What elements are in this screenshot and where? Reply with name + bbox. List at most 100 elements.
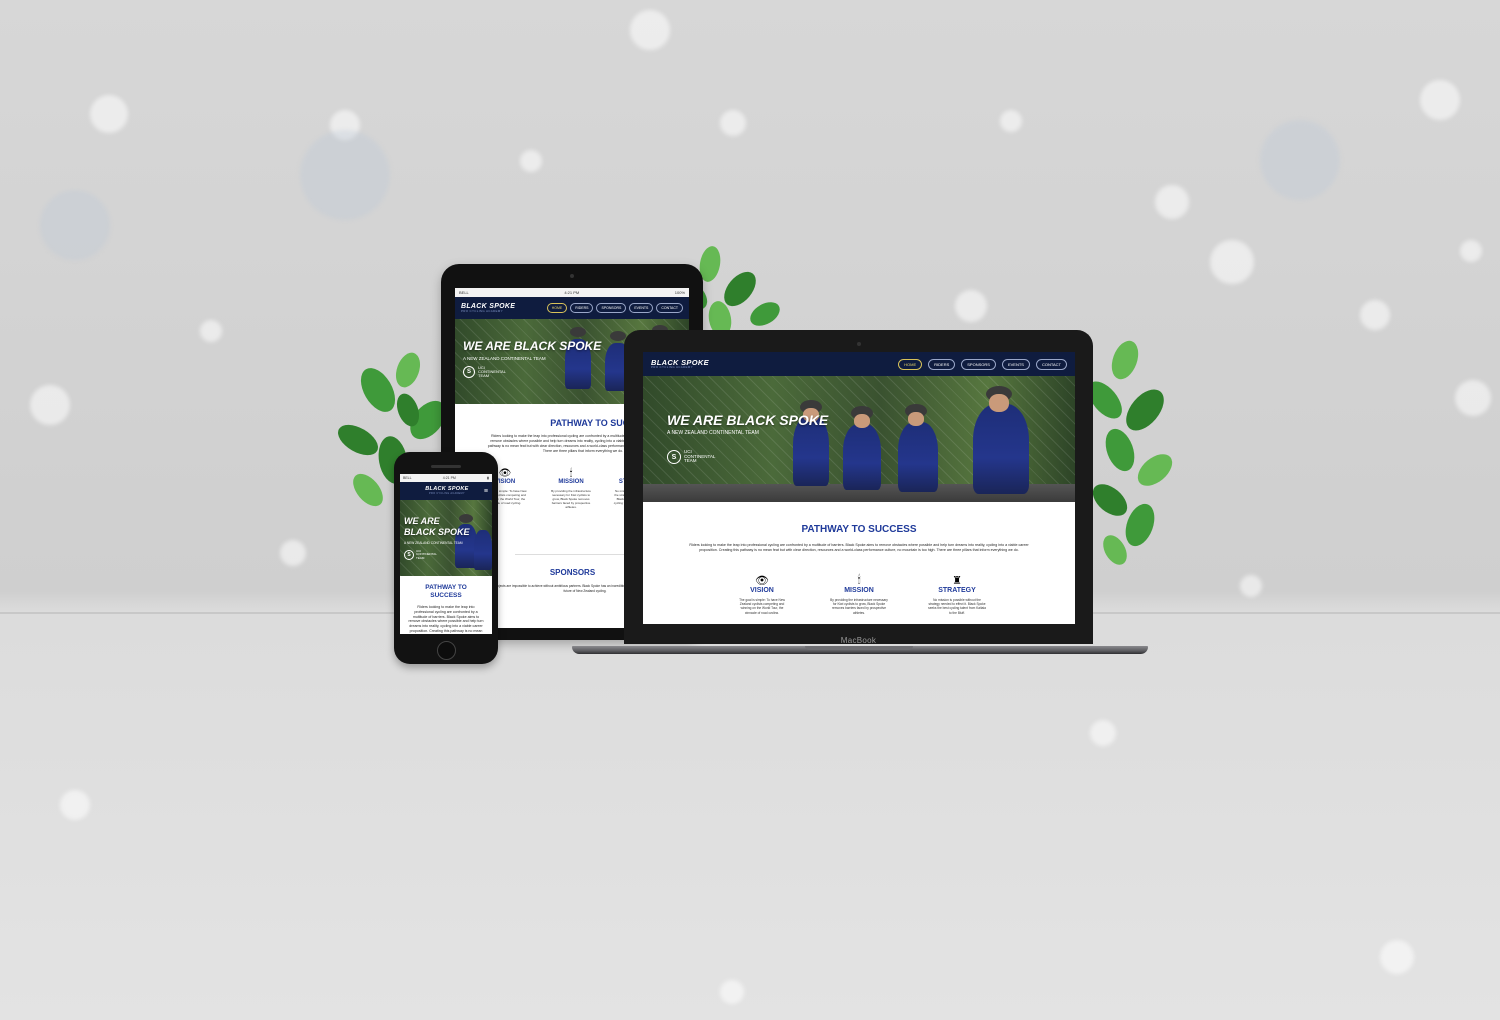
- torch-icon: 🕯: [569, 468, 573, 479]
- carrier-label: BELL: [459, 290, 469, 295]
- hero-title-line: BLACK SPOKE: [404, 527, 470, 537]
- bokeh-light: [1360, 300, 1390, 330]
- pathway-title: PATHWAY TO SUCCESS: [400, 584, 492, 600]
- site-nav: BLACK SPOKE PRO CYCLING ACADEMY HOME RID…: [643, 352, 1075, 376]
- bokeh-light: [1260, 120, 1340, 200]
- bokeh-light: [1090, 720, 1116, 746]
- time-label: 4:21 PM: [564, 290, 580, 295]
- hero-title-line: WE ARE: [404, 516, 440, 526]
- tablet-camera: [570, 274, 574, 278]
- phone-website: BELL 4:21 PM ▮ BLACK SPOKE PRO CYCLING A…: [400, 474, 492, 634]
- nav-riders[interactable]: RIDERS: [570, 303, 594, 313]
- site-logo[interactable]: BLACK SPOKE PRO CYCLING ACADEMY: [425, 486, 468, 495]
- uci-logo-icon: S: [463, 366, 475, 379]
- uci-logo-icon: S: [667, 450, 681, 465]
- laptop-website: BLACK SPOKE PRO CYCLING ACADEMY HOME RID…: [643, 352, 1075, 624]
- nav-riders[interactable]: RIDERS: [928, 358, 956, 370]
- pathway-title-line: SUCCESS: [430, 592, 462, 599]
- uci-badge: S UCI CONTINENTAL TEAM: [463, 365, 506, 379]
- pillar-text: No mission is possible without the strat…: [928, 598, 986, 614]
- bokeh-light: [1210, 240, 1254, 284]
- bokeh-light: [90, 95, 128, 133]
- nav-sponsors[interactable]: SPONSORS: [961, 358, 996, 370]
- site-logo[interactable]: BLACK SPOKE PRO CYCLING ACADEMY: [651, 359, 709, 370]
- plant-right: [1088, 340, 1173, 565]
- uci-badge: S UCI CONTINENTAL TEAM: [404, 550, 437, 560]
- nav-contact[interactable]: CONTACT: [656, 303, 683, 313]
- hero-banner: WE ARE BLACK SPOKE A NEW ZEALAND CONTINE…: [400, 500, 492, 576]
- laptop-notch: [805, 646, 913, 650]
- bokeh-light: [300, 130, 390, 220]
- nav-contact[interactable]: CONTACT: [1035, 358, 1067, 370]
- nav-events[interactable]: EVENTS: [629, 303, 654, 313]
- eye-icon: 👁: [755, 575, 769, 587]
- pillar-mission: 🕯 MISSION By providing the infrastructur…: [830, 574, 888, 614]
- bokeh-light: [60, 790, 90, 820]
- hero-title: WE ARE BLACK SPOKE: [404, 516, 470, 538]
- pillar-strategy: ♜ STRATEGY No mission is possible withou…: [927, 574, 987, 614]
- bokeh-light: [40, 190, 110, 260]
- bokeh-light: [1380, 940, 1414, 974]
- torch-icon: 🕯: [857, 574, 861, 586]
- phone-speaker: [431, 465, 461, 468]
- logo-subtext: PRO CYCLING ACADEMY: [461, 309, 503, 313]
- bokeh-light: [720, 980, 744, 1004]
- carrier-label: BELL: [403, 476, 412, 480]
- pillar-vision: 👁 VISION The goal is simple: To have New…: [735, 574, 789, 614]
- hero-title: WE ARE BLACK SPOKE: [463, 339, 602, 353]
- bokeh-light: [1155, 185, 1189, 219]
- nav-events[interactable]: EVENTS: [1001, 358, 1030, 370]
- uci-logo-icon: S: [404, 550, 414, 560]
- bokeh-light: [1240, 575, 1262, 597]
- nav-home[interactable]: HOME: [546, 303, 568, 313]
- pillar-name: STRATEGY: [938, 587, 976, 594]
- bokeh-light: [720, 110, 746, 136]
- pillar-name: VISION: [750, 587, 774, 594]
- bokeh-light: [1455, 380, 1491, 416]
- bokeh-light: [630, 10, 670, 50]
- hero-subtitle: A NEW ZEALAND CONTINENTAL TEAM: [667, 430, 759, 436]
- sponsors-title: SPONSORS: [549, 568, 596, 577]
- tablet-status-bar: BELL 4:21 PM 100%: [455, 288, 689, 297]
- pathway-text: Riders looking to make the leap into pro…: [408, 605, 484, 634]
- hero-title: WE ARE BLACK SPOKE: [667, 412, 829, 428]
- uci-line: TEAM: [416, 555, 425, 560]
- hamburger-menu-icon[interactable]: ≡: [484, 488, 488, 495]
- pillar-text: The goal is simple: To have New Zealand …: [739, 598, 785, 614]
- uci-line: TEAM: [478, 373, 490, 379]
- time-label: 4:21 PM: [442, 476, 456, 480]
- uci-line: TEAM: [684, 458, 697, 464]
- hero-banner: WE ARE BLACK SPOKE A NEW ZEALAND CONTINE…: [643, 376, 1075, 502]
- bokeh-light: [30, 385, 70, 425]
- bokeh-light: [280, 540, 306, 566]
- hero-subtitle: A NEW ZEALAND CONTINENTAL TEAM: [404, 541, 463, 545]
- pillar-mission: 🕯 MISSION By providing the infrastructur…: [549, 468, 593, 529]
- phone-status-bar: BELL 4:21 PM ▮: [400, 474, 492, 482]
- laptop-brand-label: MacBook: [840, 636, 877, 645]
- phone-home-button[interactable]: [437, 641, 456, 660]
- bokeh-light: [955, 290, 987, 322]
- pillar-text: By providing the infrastructure necessar…: [830, 598, 888, 614]
- rook-icon: ♜: [952, 575, 962, 587]
- pillar-name: MISSION: [558, 479, 584, 485]
- bokeh-light: [1000, 110, 1022, 132]
- pathway-title: PATHWAY TO SUCCESS: [801, 524, 917, 535]
- pathway-title-line: PATHWAY TO: [425, 584, 467, 591]
- pathway-text: Riders looking to make the leap into pro…: [689, 543, 1029, 552]
- pillar-text: By providing the infrastructure necessar…: [551, 489, 591, 509]
- hero-subtitle: A NEW ZEALAND CONTINENTAL TEAM: [463, 356, 546, 361]
- bokeh-light: [200, 320, 222, 342]
- bokeh-light: [520, 150, 542, 172]
- bokeh-light: [1460, 240, 1482, 262]
- battery-label: 100%: [674, 290, 685, 295]
- battery-icon: ▮: [487, 476, 489, 480]
- nav-home[interactable]: HOME: [898, 358, 923, 370]
- nav-sponsors[interactable]: SPONSORS: [596, 303, 627, 313]
- laptop-camera: [857, 342, 861, 346]
- logo-subtext: PRO CYCLING ACADEMY: [429, 491, 465, 495]
- site-logo[interactable]: BLACK SPOKE PRO CYCLING ACADEMY: [461, 303, 515, 313]
- bokeh-light: [1420, 80, 1460, 120]
- site-nav: BLACK SPOKE PRO CYCLING ACADEMY HOME RID…: [455, 297, 689, 319]
- pillar-name: MISSION: [844, 587, 874, 594]
- site-nav: BLACK SPOKE PRO CYCLING ACADEMY ≡: [400, 482, 492, 500]
